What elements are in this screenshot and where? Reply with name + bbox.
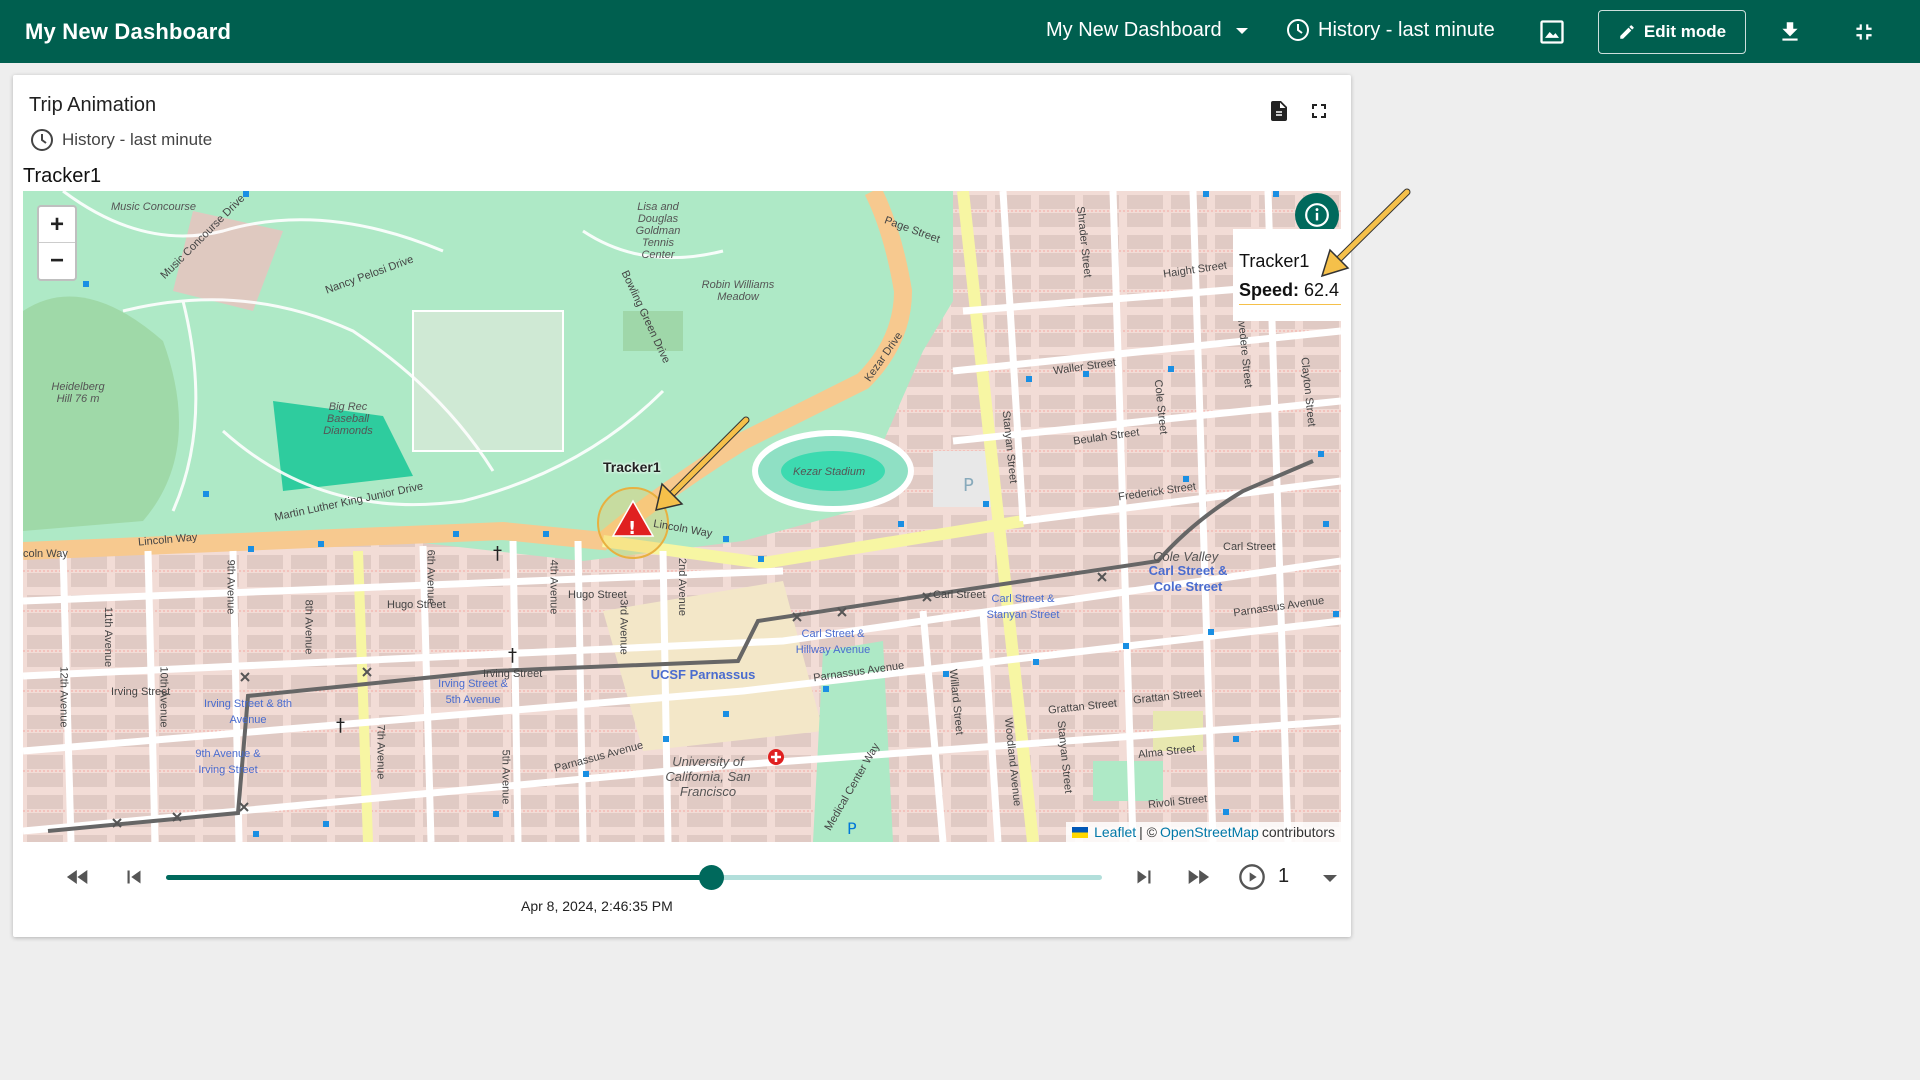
map-label: 4th Avenue <box>547 559 560 615</box>
map-label: 9th Avenue <box>224 559 237 615</box>
attribution-separator: | © <box>1139 824 1157 840</box>
skip-next-button[interactable] <box>1127 860 1161 894</box>
widget-actions <box>1267 99 1331 123</box>
top-bar: My New Dashboard My New Dashboard Histor… <box>0 0 1920 63</box>
timeline-slider[interactable] <box>166 865 1102 890</box>
tooltip-speed-value: 62.4 <box>1304 280 1340 300</box>
map-label: Heidelberg Hill 76 m <box>51 381 105 405</box>
transit-stop-label: Carl Street & Hillway Avenue <box>795 628 871 656</box>
map-label: 3rd Avenue <box>617 599 630 655</box>
image-export-icon <box>1540 20 1564 44</box>
clock-icon <box>1287 19 1309 41</box>
edit-mode-button[interactable]: Edit mode <box>1598 10 1746 54</box>
map-label: Carl Street <box>933 589 986 601</box>
map-label: 2nd Avenue <box>675 558 688 616</box>
download-button[interactable] <box>1773 15 1807 49</box>
info-icon <box>1305 203 1329 227</box>
pencil-icon <box>1620 25 1634 39</box>
map-label: University of California, San Francisco <box>665 754 751 799</box>
fullscreen-exit-icon <box>1856 24 1872 40</box>
map-tiles: P P † † † ! <box>23 191 1341 842</box>
svg-text:†: † <box>493 543 502 564</box>
svg-text:P: P <box>847 819 857 838</box>
exit-fullscreen-button[interactable] <box>1847 15 1881 49</box>
map[interactable]: P P † † † ! Music Concourse Music Concou… <box>23 191 1341 842</box>
chevron-down-icon[interactable] <box>1323 875 1337 882</box>
app-title: My New Dashboard <box>25 19 232 44</box>
fast-rewind-icon <box>66 870 88 884</box>
tracker-tooltip: Tracker1 Speed: 62.4 <box>1233 229 1341 321</box>
map-label: Music Concourse <box>111 201 196 213</box>
widget-title: Trip Animation <box>29 94 157 116</box>
map-label: 5th Avenue <box>499 749 512 805</box>
map-label: 6th Avenue <box>424 549 437 605</box>
ukraine-flag-icon <box>1072 826 1089 838</box>
transit-stop-label: Carl Street & Cole Street <box>1148 563 1228 594</box>
transit-stop-label: Irving Street & 8th Avenue <box>203 698 293 726</box>
tracker-marker[interactable] <box>598 488 668 558</box>
map-label: Robin Williams Meadow <box>701 279 775 303</box>
svg-text:†: † <box>336 715 345 736</box>
image-export-button[interactable] <box>1535 15 1569 49</box>
widget-fullscreen-button[interactable] <box>1307 99 1331 123</box>
map-label: Hugo Street <box>387 599 446 611</box>
svg-text:†: † <box>508 645 517 666</box>
play-circle-icon <box>1239 864 1265 890</box>
fast-forward-button[interactable] <box>1181 860 1215 894</box>
map-label: 8th Avenue <box>302 599 315 655</box>
edit-mode-label: Edit mode <box>1643 22 1727 41</box>
map-label: 10th Avenue <box>157 666 170 728</box>
leaflet-link[interactable]: Leaflet <box>1094 824 1136 840</box>
transit-stop-label: 9th Avenue & Irving Street <box>195 748 261 776</box>
skip-next-icon <box>1137 870 1151 884</box>
attribution-suffix: contributors <box>1261 824 1335 840</box>
chevron-down-icon <box>1235 27 1248 34</box>
zoom-out-button[interactable]: − <box>39 243 75 279</box>
history-timewindow-button[interactable]: History - last minute <box>1286 18 1495 42</box>
history-label: History - last minute <box>1318 18 1495 41</box>
fast-forward-icon <box>1188 870 1210 884</box>
tracker-marker-label: Tracker1 <box>603 459 661 475</box>
entity-name: Tracker1 <box>23 165 102 187</box>
svg-text:P: P <box>963 475 974 496</box>
skip-previous-button[interactable] <box>117 860 151 894</box>
widget-timewindow: History - last minute <box>30 128 212 152</box>
map-label: Big Rec Baseball Diamonds <box>323 401 373 437</box>
download-icon <box>1782 22 1798 41</box>
dashboard-select-label: My New Dashboard <box>1046 19 1222 41</box>
map-label: 11th Avenue <box>102 606 115 668</box>
timeline-thumb[interactable] <box>698 865 724 890</box>
widget-timewindow-label: History - last minute <box>62 130 213 149</box>
zoom-control: + − <box>37 205 77 281</box>
osm-link[interactable]: OpenStreetMap <box>1160 824 1259 840</box>
map-label: Carl Street <box>1223 541 1276 553</box>
transit-stop-label: Carl Street & Stanyan Street <box>986 593 1060 621</box>
map-label: Lisa and Douglas Goldman Tennis Center <box>635 201 681 261</box>
tooltip-speed: Speed: 62.4 <box>1239 280 1341 305</box>
play-button[interactable] <box>1235 860 1269 894</box>
transit-stop-label: Irving Street & 5th Avenue <box>438 678 508 706</box>
map-label: 7th Avenue <box>374 724 387 780</box>
map-attribution: Leaflet | © OpenStreetMap contributors <box>1066 822 1341 842</box>
export-csv-button[interactable] <box>1267 99 1291 123</box>
skip-previous-icon <box>127 870 141 884</box>
clock-icon <box>31 129 53 151</box>
fast-rewind-button[interactable] <box>61 860 95 894</box>
map-label: coln Way <box>23 548 68 560</box>
file-export-icon <box>1271 101 1287 121</box>
transit-stop-label: UCSF Parnassus <box>650 667 756 682</box>
zoom-in-button[interactable]: + <box>39 207 75 243</box>
dashboard-select[interactable]: My New Dashboard <box>1046 19 1248 42</box>
speed-multiplier[interactable]: 1 <box>1278 865 1289 888</box>
map-label: 12th Avenue <box>57 666 70 728</box>
current-time: Apr 8, 2024, 2:46:35 PM <box>521 898 673 914</box>
map-label: Cole Valley <box>1153 549 1219 564</box>
fullscreen-icon <box>1312 104 1326 118</box>
tooltip-speed-label: Speed: <box>1239 280 1300 300</box>
tooltip-name: Tracker1 <box>1239 251 1310 271</box>
playback-controls: Apr 8, 2024, 2:46:35 PM 1 <box>23 845 1341 925</box>
timeline-progress <box>166 875 711 880</box>
trip-animation-widget: Trip Animation History - last minute Tra… <box>13 75 1351 937</box>
map-label: Kezar Stadium <box>793 466 866 478</box>
